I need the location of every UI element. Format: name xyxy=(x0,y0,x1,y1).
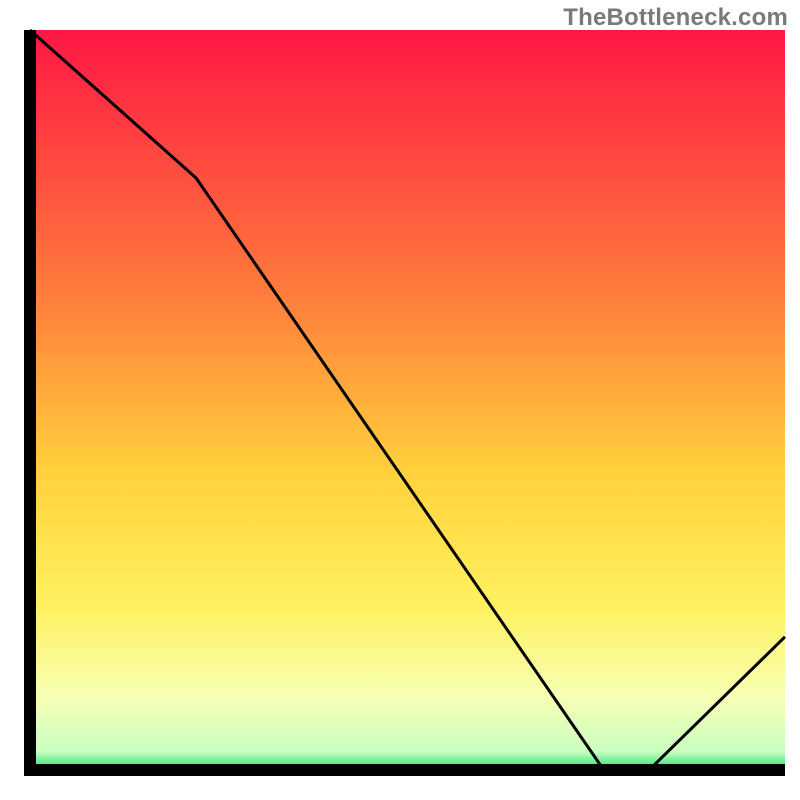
bottleneck-chart xyxy=(0,0,800,800)
chart-stage: TheBottleneck.com xyxy=(0,0,800,800)
watermark-text: TheBottleneck.com xyxy=(563,4,788,32)
plot-background xyxy=(30,30,785,770)
